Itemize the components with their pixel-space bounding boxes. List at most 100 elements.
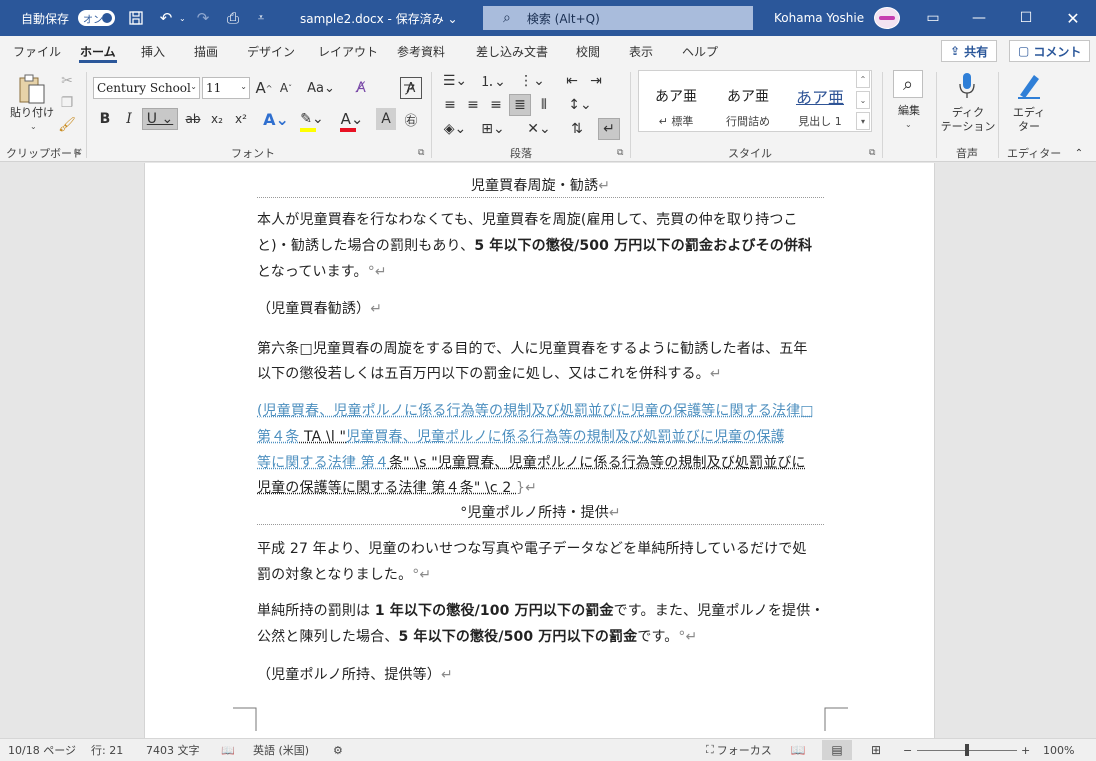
- document-area[interactable]: 児童買春周旋・勧誘↵ 本人が児童買春を行なわなくても、児童買春を周旋(雇用して、…: [0, 163, 1096, 738]
- justify-icon[interactable]: ≣: [509, 94, 531, 116]
- format-painter-icon[interactable]: 🖌: [58, 116, 76, 134]
- citation-link[interactable]: 児童買春、児童ポルノに係る行為等の規制及び処罰並びに児童の保護: [346, 429, 785, 445]
- heading[interactable]: °児童ポルノ所持・提供↵: [145, 502, 936, 522]
- shrink-font-icon[interactable]: Aˇ: [276, 77, 296, 99]
- document-title[interactable]: sample2.docx - 保存済み ⌄: [300, 0, 458, 36]
- highlight-icon[interactable]: ✎⌄: [298, 108, 326, 130]
- user-name[interactable]: Kohama Yoshie: [774, 0, 864, 36]
- tab-help[interactable]: ヘルプ: [682, 36, 718, 66]
- character-border-icon[interactable]: A: [400, 77, 422, 99]
- numbering-icon[interactable]: ⒈⌄: [478, 70, 508, 92]
- tab-view[interactable]: 表示: [629, 36, 653, 66]
- paragraph-line[interactable]: （児童買春勧誘）↵: [257, 298, 382, 318]
- borders-icon[interactable]: ⊞⌄: [478, 118, 508, 140]
- editor-label-1[interactable]: エディ: [1006, 106, 1052, 120]
- paragraph-line[interactable]: と)・勧誘した場合の罰則もあり、5 年以下の懲役/500 万円以下の罰金およびそ…: [257, 235, 812, 255]
- style-no-spacing[interactable]: あア亜 行間詰め: [713, 71, 783, 131]
- comments-button[interactable]: ▢ コメント: [1009, 40, 1091, 62]
- paragraph-line[interactable]: となっています。°↵: [257, 261, 387, 281]
- tab-home[interactable]: ホーム: [79, 36, 117, 66]
- tab-design[interactable]: デザイン: [247, 36, 295, 66]
- accessibility-icon[interactable]: ⚙: [333, 739, 343, 761]
- styles-down-icon[interactable]: ⌄: [856, 91, 870, 109]
- paragraph-line[interactable]: 罰の対象となりました。°↵: [257, 564, 431, 584]
- grow-font-icon[interactable]: A ^: [254, 77, 274, 99]
- show-marks-icon[interactable]: ↵: [598, 118, 620, 140]
- paragraph-launcher-icon[interactable]: ⧉: [617, 148, 623, 158]
- heading[interactable]: 児童買春周旋・勧誘↵: [145, 175, 936, 195]
- tab-layout[interactable]: レイアウト: [318, 36, 378, 66]
- minimize-icon[interactable]: —: [956, 0, 1002, 36]
- share-button[interactable]: ⇪ 共有: [941, 40, 998, 62]
- touch-mode-icon[interactable]: ⎙: [223, 0, 243, 36]
- styles-launcher-icon[interactable]: ⧉: [869, 148, 875, 158]
- paste-label[interactable]: 貼り付け: [8, 106, 56, 120]
- line-number[interactable]: 行: 21: [91, 739, 123, 761]
- zoom-out-icon[interactable]: −: [903, 739, 912, 761]
- change-case-icon[interactable]: Aa⌄: [306, 77, 336, 99]
- microphone-icon[interactable]: [952, 70, 982, 102]
- font-launcher-icon[interactable]: ⧉: [418, 148, 424, 158]
- page-count[interactable]: 10/18 ページ: [8, 739, 76, 761]
- focus-button[interactable]: ⛶ フォーカス: [706, 739, 772, 761]
- text-effects-icon[interactable]: A⌄: [262, 108, 290, 130]
- editor-label-2[interactable]: ター: [1006, 120, 1052, 134]
- font-family-select[interactable]: Century School ⌄: [93, 77, 200, 99]
- paragraph-line[interactable]: 単純所持の罰則は 1 年以下の懲役/100 万円以下の罰金です。また、児童ポルノ…: [257, 600, 825, 620]
- undo-icon[interactable]: ↶: [156, 0, 176, 36]
- multilevel-list-icon[interactable]: ⋮⌄: [516, 70, 548, 92]
- character-count[interactable]: 7403 文字: [146, 739, 200, 761]
- tab-review[interactable]: 校閲: [576, 36, 600, 66]
- search-box[interactable]: ⌕ 検索 (Alt+Q): [483, 6, 753, 30]
- align-left-icon[interactable]: ≡: [440, 94, 460, 116]
- paragraph-line[interactable]: 児童の保護等に関する法律 第４条" \c 2 }↵: [257, 477, 537, 497]
- subscript-icon[interactable]: x₂: [208, 108, 226, 130]
- superscript-icon[interactable]: x²: [232, 108, 250, 130]
- paragraph-line[interactable]: 第４条 TA \l "児童買春、児童ポルノに係る行為等の規制及び処罰並びに児童の…: [257, 426, 785, 446]
- copy-icon[interactable]: ❐: [58, 94, 76, 112]
- tab-file[interactable]: ファイル: [13, 36, 61, 66]
- font-size-select[interactable]: 11 ⌄: [202, 77, 250, 99]
- styles-more-icon[interactable]: ▾: [856, 112, 870, 130]
- citation-link[interactable]: (児童買春、児童ポルノに係る行為等の規制及び処罰並びに児童の保護等に関する法律□: [257, 400, 814, 420]
- bold-icon[interactable]: B: [96, 108, 114, 130]
- zoom-in-icon[interactable]: +: [1021, 739, 1030, 761]
- zoom-slider-thumb[interactable]: [965, 744, 969, 756]
- ribbon-display-icon[interactable]: ▭: [910, 0, 956, 36]
- redo-icon[interactable]: ↷: [193, 0, 213, 36]
- language[interactable]: 英語 (米国): [253, 739, 309, 761]
- citation-link[interactable]: 等に関する法律 第４: [257, 455, 389, 471]
- align-center-icon[interactable]: ≡: [463, 94, 483, 116]
- editing-label[interactable]: 編集: [888, 104, 930, 118]
- collapse-ribbon-icon[interactable]: ⌃: [1072, 146, 1086, 160]
- decrease-indent-icon[interactable]: ⇤: [562, 70, 582, 92]
- editor-icon[interactable]: [1012, 70, 1046, 102]
- find-icon[interactable]: ⌕: [893, 70, 923, 98]
- increase-indent-icon[interactable]: ⇥: [586, 70, 606, 92]
- distributed-icon[interactable]: ⫴: [534, 94, 554, 116]
- paste-icon[interactable]: [12, 72, 52, 106]
- web-layout-icon[interactable]: ⊞: [861, 740, 891, 760]
- paragraph-line[interactable]: 平成 27 年より、児童のわいせつな写真や電子データなどを単純所持しているだけで…: [257, 538, 807, 558]
- autosave-toggle[interactable]: オン: [78, 10, 115, 26]
- zoom-level[interactable]: 100%: [1043, 739, 1074, 761]
- style-heading-1[interactable]: あア亜 見出し 1: [785, 71, 855, 131]
- strikethrough-icon[interactable]: ab: [184, 108, 202, 130]
- tab-draw[interactable]: 描画: [194, 36, 218, 66]
- character-shading-icon[interactable]: A: [376, 108, 396, 130]
- italic-icon[interactable]: I: [120, 108, 138, 130]
- page[interactable]: 児童買春周旋・勧誘↵ 本人が児童買春を行なわなくても、児童買春を周旋(雇用して、…: [144, 163, 935, 738]
- paragraph-line[interactable]: 等に関する法律 第４条" \s "児童買春、児童ポルノに係る行為等の規制及び処罰…: [257, 452, 806, 472]
- underline-button[interactable]: U ⌄: [142, 108, 178, 130]
- enclose-characters-icon[interactable]: ㊨: [400, 108, 422, 130]
- save-icon[interactable]: [126, 0, 146, 36]
- citation-link[interactable]: 第４条: [257, 429, 299, 445]
- undo-dropdown-icon[interactable]: ⌄: [179, 0, 186, 36]
- asian-layout-icon[interactable]: ✕⌄: [524, 118, 554, 140]
- bullets-icon[interactable]: ☰⌄: [440, 70, 470, 92]
- clear-formatting-icon[interactable]: A̸: [350, 77, 372, 99]
- shading-icon[interactable]: ◈⌄: [440, 118, 470, 140]
- paste-dropdown-icon[interactable]: ⌄: [30, 122, 37, 131]
- line-spacing-icon[interactable]: ↕⌄: [564, 94, 596, 116]
- dictation-label-1[interactable]: ディク: [940, 106, 996, 120]
